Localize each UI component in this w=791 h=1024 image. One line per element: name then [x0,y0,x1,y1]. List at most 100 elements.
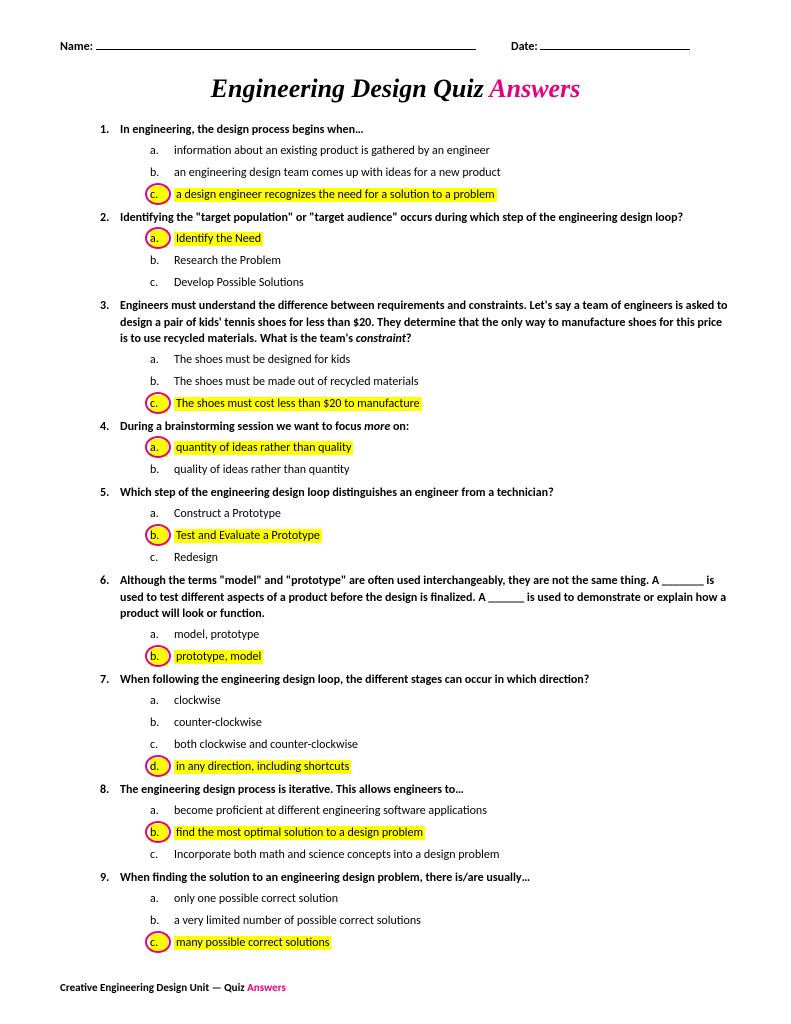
name-field: Name: [60,40,511,54]
footer: Creative Engineering Design Unit — Quiz … [60,981,286,994]
choice-letter: b. [150,373,168,391]
choices-list: a. Construct a Prototype b. Test and Evalua… [150,505,731,567]
choice-item: b. The shoes must be made out of recycled… [150,373,731,391]
choice-letter: c. [150,549,168,567]
title-answers: Answers [489,74,580,103]
choice-letter: b. [150,648,168,666]
choice-letter: b. [150,527,168,545]
choice-letter: c. [150,934,168,952]
choices-list: a.model, prototypeb.prototype, model [150,626,731,666]
choice-letter: b. [150,824,168,842]
choice-letter: b. [150,164,168,182]
choice-item: b. Research the Problem [150,252,731,270]
choice-text: many possible correct solutions [174,936,331,950]
choice-letter: c. [150,395,168,413]
page-title: Engineering Design Quiz Answers [60,74,731,104]
choice-letter: b. [150,714,168,732]
choice-text: The shoes must be designed for kids [174,353,350,367]
choice-text: Construct a Prototype [174,507,281,521]
question-item: Which step of the engineering design loo… [100,485,731,567]
question-item: During a brainstorming session we want t… [100,419,731,479]
question-text: Engineers must understand the difference… [120,298,731,347]
choice-correct: c.a design engineer recognizes the need … [150,186,731,204]
choices-list: a.become proficient at different enginee… [150,802,731,864]
choices-list: a. quantity of ideas rather than quality b… [150,439,731,479]
choices-list: a. Identify the Need b. Research the Proble… [150,230,731,292]
choice-item: b.quality of ideas rather than quantity [150,461,731,479]
choice-letter: c. [150,274,168,292]
question-text: In engineering, the design process begin… [120,122,731,138]
choice-text: Redesign [174,551,218,565]
choice-text: information about an existing product is… [174,144,490,158]
choice-text: Develop Possible Solutions [174,276,304,290]
name-blank [96,49,476,50]
question-item: When following the engineering design lo… [100,672,731,776]
choice-text: both clockwise and counter-clockwise [174,738,358,752]
choice-item: c.Incorporate both math and science conc… [150,846,731,864]
question-text: When finding the solution to an engineer… [120,870,731,886]
choice-item: a. only one possible correct solution [150,890,731,908]
choice-letter: a. [150,505,168,523]
choice-text: Test and Evaluate a Prototype [174,529,322,543]
choice-text: The shoes must be made out of recycled m… [174,375,418,389]
choice-item: c. Develop Possible Solutions [150,274,731,292]
choice-text: Identify the Need [174,232,263,246]
choice-item: a.The shoes must be designed for kids [150,351,731,369]
header: Name: Date: [60,40,731,54]
choice-letter: b. [150,461,168,479]
question-item: Identifying the "target population" or "… [100,210,731,292]
choice-letter: a. [150,626,168,644]
choice-item: a.information about an existing product … [150,142,731,160]
question-item: In engineering, the design process begin… [100,122,731,204]
choice-text: only one possible correct solution [174,892,338,906]
choice-text: find the most optimal solution to a desi… [174,826,425,840]
question-item: Engineers must understand the difference… [100,298,731,413]
choice-item: a. model, prototype [150,626,731,644]
choice-letter: a. [150,890,168,908]
question-item: Although the terms "model" and "prototyp… [100,573,731,666]
choice-text: become proficient at different engineeri… [174,804,487,818]
choice-letter: a. [150,439,168,457]
question-text: When following the engineering design lo… [120,672,731,688]
choice-item: c. Redesign [150,549,731,567]
date-field: Date: [511,40,731,54]
choice-item: a. Construct a Prototype [150,505,731,523]
choice-text: counter-clockwise [174,716,262,730]
choice-correct: c.The shoes must cost less than $20 to m… [150,395,731,413]
choice-text: in any direction, including shortcuts [174,760,351,774]
choices-list: a.clockwiseb.counter-clockwisec.both clo… [150,692,731,776]
choice-correct: b. find the most optimal solution to a de… [150,824,731,842]
choice-text: clockwise [174,694,221,708]
choice-text: an engineering design team comes up with… [174,166,501,180]
question-item: The engineering design process is iterat… [100,782,731,864]
choice-letter: d. [150,758,168,776]
name-label: Name: [60,40,93,54]
choice-correct: d. in any direction, including shortcuts [150,758,731,776]
question-text: Identifying the "target population" or "… [120,210,731,226]
footer-text: Creative Engineering Design Unit — Quiz [60,981,247,994]
choice-letter: a. [150,230,168,248]
choice-correct: b. Test and Evaluate a Prototype [150,527,731,545]
choices-list: a.only one possible correct solutionb.a … [150,890,731,952]
choice-item: b. counter-clockwise [150,714,731,732]
choice-text: model, prototype [174,628,259,642]
choice-letter: a. [150,692,168,710]
document-page: Name: Date: Engineering Design Quiz Answ… [0,0,791,1024]
choice-text: Incorporate both math and science concep… [174,848,499,862]
choices-list: a.information about an existing product … [150,142,731,204]
question-text: The engineering design process is iterat… [120,782,731,798]
choice-correct: a. quantity of ideas rather than quality [150,439,731,457]
date-label: Date: [511,40,538,54]
questions-list: In engineering, the design process begin… [100,122,731,952]
title-main: Engineering Design Quiz [211,74,490,103]
date-blank [540,49,690,50]
choice-item: b. an engineering design team comes up wi… [150,164,731,182]
choice-letter: b. [150,912,168,930]
choice-text: quantity of ideas rather than quality [174,441,353,455]
question-text: Although the terms "model" and "prototyp… [120,573,731,622]
choice-text: Research the Problem [174,254,281,268]
question-text: Which step of the engineering design loo… [120,485,731,501]
choice-letter: b. [150,252,168,270]
choice-text: a design engineer recognizes the need fo… [174,188,497,202]
choice-item: a.become proficient at different enginee… [150,802,731,820]
